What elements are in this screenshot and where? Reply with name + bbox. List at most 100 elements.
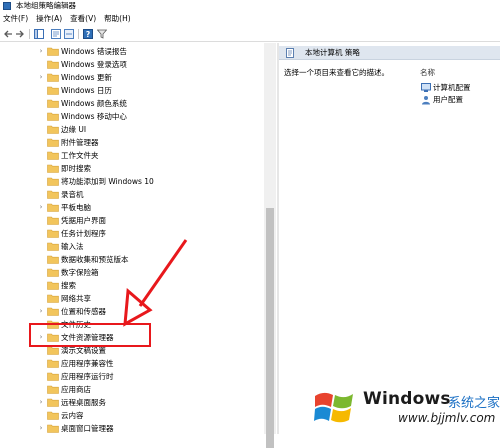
scrollbar-thumb[interactable]: [266, 208, 274, 448]
tree-item-label: 网络共享: [61, 294, 91, 303]
tree-item-windows-error-reporting[interactable]: › Windows 错误报告: [0, 45, 264, 58]
menu-help[interactable]: 帮助(H): [101, 12, 136, 26]
tree-item-label: 附件管理器: [61, 138, 99, 147]
user-config-icon: [421, 95, 431, 105]
tree-item-app-runtime[interactable]: 应用程序运行时: [0, 370, 264, 383]
filter-icon[interactable]: [97, 29, 107, 39]
tree-item-label: 数据收集和预览版本: [61, 255, 129, 264]
tree-item-app-compatibility[interactable]: 应用程序兼容性: [0, 357, 264, 370]
tree-item-app-store[interactable]: 应用商店: [0, 383, 264, 396]
tree-item-work-folders[interactable]: 工作文件夹: [0, 149, 264, 162]
forward-arrow-icon[interactable]: [15, 29, 25, 39]
tree-item-remote-desktop[interactable]: › 远程桌面服务: [0, 396, 264, 409]
folder-icon: [47, 216, 59, 225]
gpedit-app-icon: [3, 2, 11, 10]
folder-icon: [47, 398, 59, 407]
details-header-title: 本地计算机 策略: [305, 48, 360, 57]
tree-item-label: 桌面窗口管理器: [61, 424, 114, 433]
tree-item-label: 边缘 UI: [61, 125, 87, 134]
tree-item-cloud-content[interactable]: 云内容: [0, 409, 264, 422]
folder-icon: [47, 151, 59, 160]
tree-item-label: Windows 日历: [61, 86, 112, 95]
tree-item-add-features-windows10[interactable]: 将功能添加到 Windows 10: [0, 175, 264, 188]
expand-chevron-icon[interactable]: ›: [37, 307, 45, 316]
folder-icon: [47, 203, 59, 212]
folder-icon: [47, 307, 59, 316]
console-tree-icon[interactable]: [34, 29, 44, 39]
list-item-label: 计算机配置: [433, 83, 471, 92]
tree-item-file-history[interactable]: 文件历史: [0, 318, 264, 331]
tree-item-input-method[interactable]: 输入法: [0, 240, 264, 253]
tree-item-instant-search[interactable]: 即时搜索: [0, 162, 264, 175]
name-column-header[interactable]: 名称: [420, 68, 435, 78]
tree-item-label: Windows 颜色系统: [61, 99, 127, 108]
tree-item-task-scheduler[interactable]: 任务计划程序: [0, 227, 264, 240]
tree-item-file-explorer[interactable]: › 文件资源管理器: [0, 331, 264, 344]
tree-item-attachment-manager[interactable]: 附件管理器: [0, 136, 264, 149]
list-item-user-config[interactable]: 用户配置: [421, 94, 463, 105]
tree-item-label: 文件历史: [61, 320, 91, 329]
policy-document-icon: [285, 48, 295, 58]
tree-item-label: 即时搜索: [61, 164, 91, 173]
folder-icon: [47, 411, 59, 420]
tree-item-label: 将功能添加到 Windows 10: [61, 177, 154, 186]
folder-icon: [47, 242, 59, 251]
expand-chevron-icon[interactable]: ›: [37, 203, 45, 212]
tree-item-label: 应用程序运行时: [61, 372, 114, 381]
folder-icon: [47, 112, 59, 121]
details-header: 本地计算机 策略: [279, 46, 500, 60]
folder-icon: [47, 125, 59, 134]
tree-item-network-sharing[interactable]: 网络共享: [0, 292, 264, 305]
watermark-brand: Windows: [363, 389, 451, 409]
menu-file[interactable]: 文件(F): [0, 12, 33, 26]
tree-item-windows-mobility-center[interactable]: Windows 移动中心: [0, 110, 264, 123]
expand-chevron-icon[interactable]: ›: [37, 73, 45, 82]
folder-icon: [47, 73, 59, 82]
menu-action[interactable]: 操作(A): [33, 12, 67, 26]
tree-item-label: 工作文件夹: [61, 151, 99, 160]
properties-icon[interactable]: [51, 29, 61, 39]
folder-icon: [47, 346, 59, 355]
tree-item-edge-ui[interactable]: 边缘 UI: [0, 123, 264, 136]
tree-item-label: Windows 更新: [61, 73, 112, 82]
description-text: 选择一个项目来查看它的描述。: [284, 68, 389, 77]
tree-item-windows-color-system[interactable]: Windows 颜色系统: [0, 97, 264, 110]
folder-icon: [47, 294, 59, 303]
expand-chevron-icon[interactable]: ›: [37, 47, 45, 56]
tree-item-presentation-settings[interactable]: 演示文稿设置: [0, 344, 264, 357]
tree-item-windows-calendar[interactable]: Windows 日历: [0, 84, 264, 97]
back-arrow-icon[interactable]: [3, 29, 13, 39]
tree-item-search[interactable]: 搜索: [0, 279, 264, 292]
folder-icon: [47, 281, 59, 290]
tree-item-data-collection[interactable]: 数据收集和预览版本: [0, 253, 264, 266]
list-item-computer-config[interactable]: 计算机配置: [421, 82, 471, 93]
folder-icon: [47, 190, 59, 199]
tree-item-tablet-pc[interactable]: › 平板电脑: [0, 201, 264, 214]
folder-icon: [47, 60, 59, 69]
tree-item-label: 云内容: [61, 411, 84, 420]
tree-item-location-sensors[interactable]: › 位置和传感器: [0, 305, 264, 318]
tree-item-desktop-window-manager[interactable]: › 桌面窗口管理器: [0, 422, 264, 434]
tree-item-sound-recorder[interactable]: 录音机: [0, 188, 264, 201]
tree-scrollbar[interactable]: [264, 43, 276, 448]
tree-item-label: 任务计划程序: [61, 229, 106, 238]
toolbar-separator: [78, 29, 79, 39]
expand-chevron-icon[interactable]: ›: [37, 398, 45, 407]
window-title: 本地组策略编辑器: [16, 1, 76, 10]
folder-icon: [47, 47, 59, 56]
expand-chevron-icon[interactable]: ›: [37, 333, 45, 342]
tree-item-credential-ui[interactable]: 凭据用户界面: [0, 214, 264, 227]
tree-item-digital-locker[interactable]: 数字保险箱: [0, 266, 264, 279]
expand-chevron-icon[interactable]: ›: [37, 424, 45, 433]
details-pane: 本地计算机 策略 选择一个项目来查看它的描述。 名称 计算机配置 用户配置: [279, 43, 500, 434]
folder-icon: [47, 164, 59, 173]
tree-item-windows-logon-options[interactable]: Windows 登录选项: [0, 58, 264, 71]
menu-view[interactable]: 查看(V): [67, 12, 101, 26]
computer-config-icon: [421, 82, 431, 93]
folder-icon: [47, 372, 59, 381]
help-icon[interactable]: ?: [83, 29, 93, 39]
tree-item-windows-update[interactable]: › Windows 更新: [0, 71, 264, 84]
toolbar: ?: [0, 26, 500, 42]
folder-icon: [47, 177, 59, 186]
export-list-icon[interactable]: [64, 29, 74, 39]
